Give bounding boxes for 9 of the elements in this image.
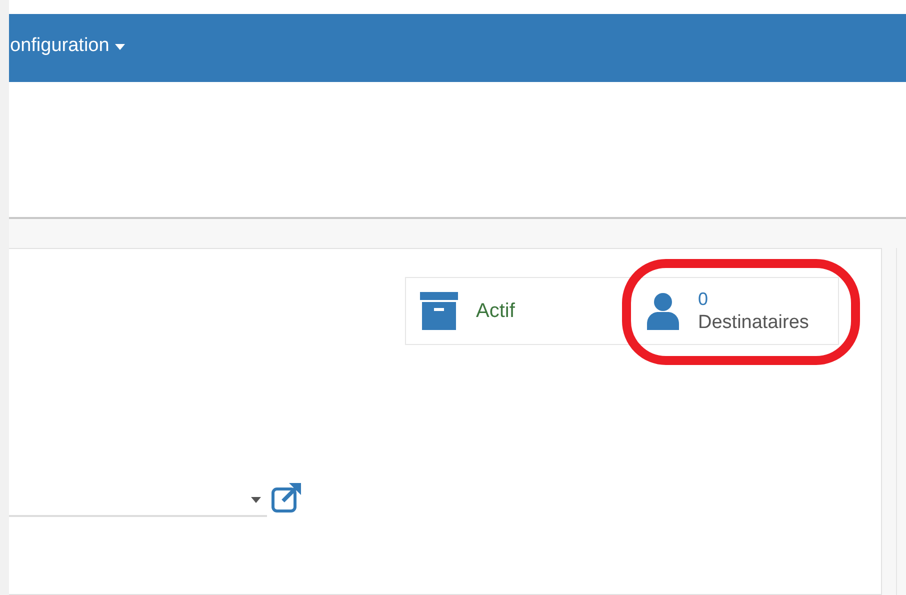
configuration-menu[interactable]: onfiguration [10,35,126,61]
caret-icon [115,44,126,50]
external-link-icon[interactable] [271,481,303,513]
caret-icon [251,497,261,503]
status-label: Actif [476,300,515,322]
user-icon [646,292,680,330]
archive-box-icon [420,292,458,330]
recipient-count: 0 [698,288,710,311]
recipients-label: Destinataires [698,311,809,335]
